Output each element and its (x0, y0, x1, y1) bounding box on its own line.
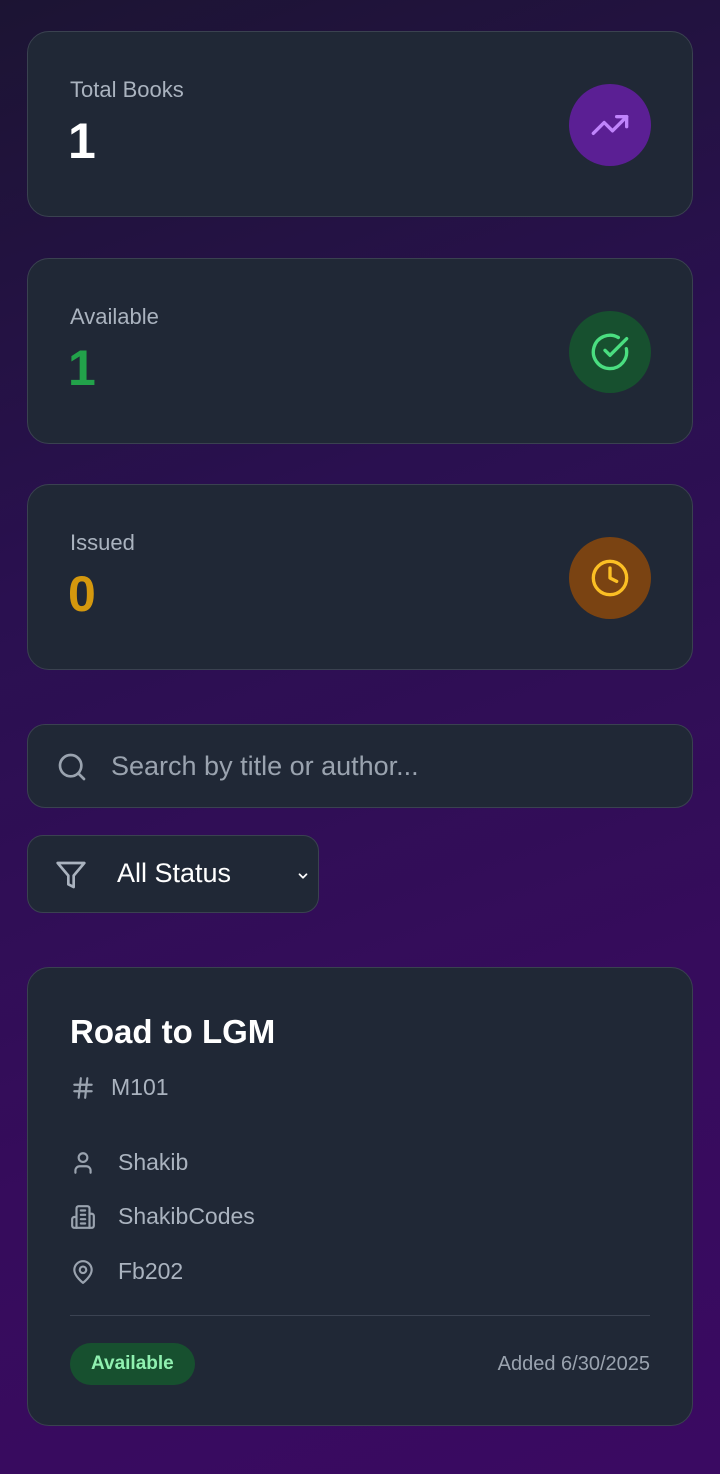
search-input[interactable]: Search by title or author... (27, 724, 693, 808)
stat-value: 1 (68, 340, 96, 396)
book-author-row: Shakib (70, 1149, 188, 1176)
stat-value: 0 (68, 566, 96, 622)
book-title: Road to LGM (70, 1013, 276, 1050)
clock-icon (569, 537, 651, 619)
chevron-down-icon (296, 869, 310, 888)
stat-label: Available (70, 304, 159, 329)
search-icon (56, 751, 88, 788)
user-icon (70, 1150, 96, 1176)
building-icon (70, 1204, 96, 1230)
book-author: Shakib (118, 1149, 189, 1175)
status-filter-select[interactable]: All Status (27, 835, 319, 913)
check-circle-icon (569, 311, 651, 393)
hash-icon (70, 1075, 96, 1101)
search-placeholder: Search by title or author... (111, 751, 419, 781)
filter-icon (55, 859, 87, 896)
stat-label: Issued (70, 530, 135, 555)
stat-value: 1 (68, 113, 96, 169)
book-location-row: Fb202 (70, 1258, 183, 1285)
book-publisher: ShakibCodes (118, 1203, 255, 1229)
divider (70, 1315, 650, 1316)
added-date: Added 6/30/2025 (497, 1353, 650, 1375)
status-filter-value: All Status (117, 858, 232, 888)
trending-up-icon (569, 84, 651, 166)
book-card[interactable]: Road to LGM M101 Shakib ShakibCodes Fb20… (27, 967, 693, 1426)
book-location: Fb202 (118, 1258, 184, 1284)
stat-label: Total Books (70, 77, 184, 102)
stat-card-available: Available 1 (27, 258, 693, 444)
status-badge: Available (70, 1343, 195, 1385)
stat-card-total-books: Total Books 1 (27, 31, 693, 217)
stat-card-issued: Issued 0 (27, 484, 693, 670)
book-publisher-row: ShakibCodes (70, 1203, 255, 1230)
map-pin-icon (70, 1259, 96, 1285)
book-id: M101 (111, 1074, 169, 1100)
book-id-row: M101 (70, 1074, 169, 1101)
